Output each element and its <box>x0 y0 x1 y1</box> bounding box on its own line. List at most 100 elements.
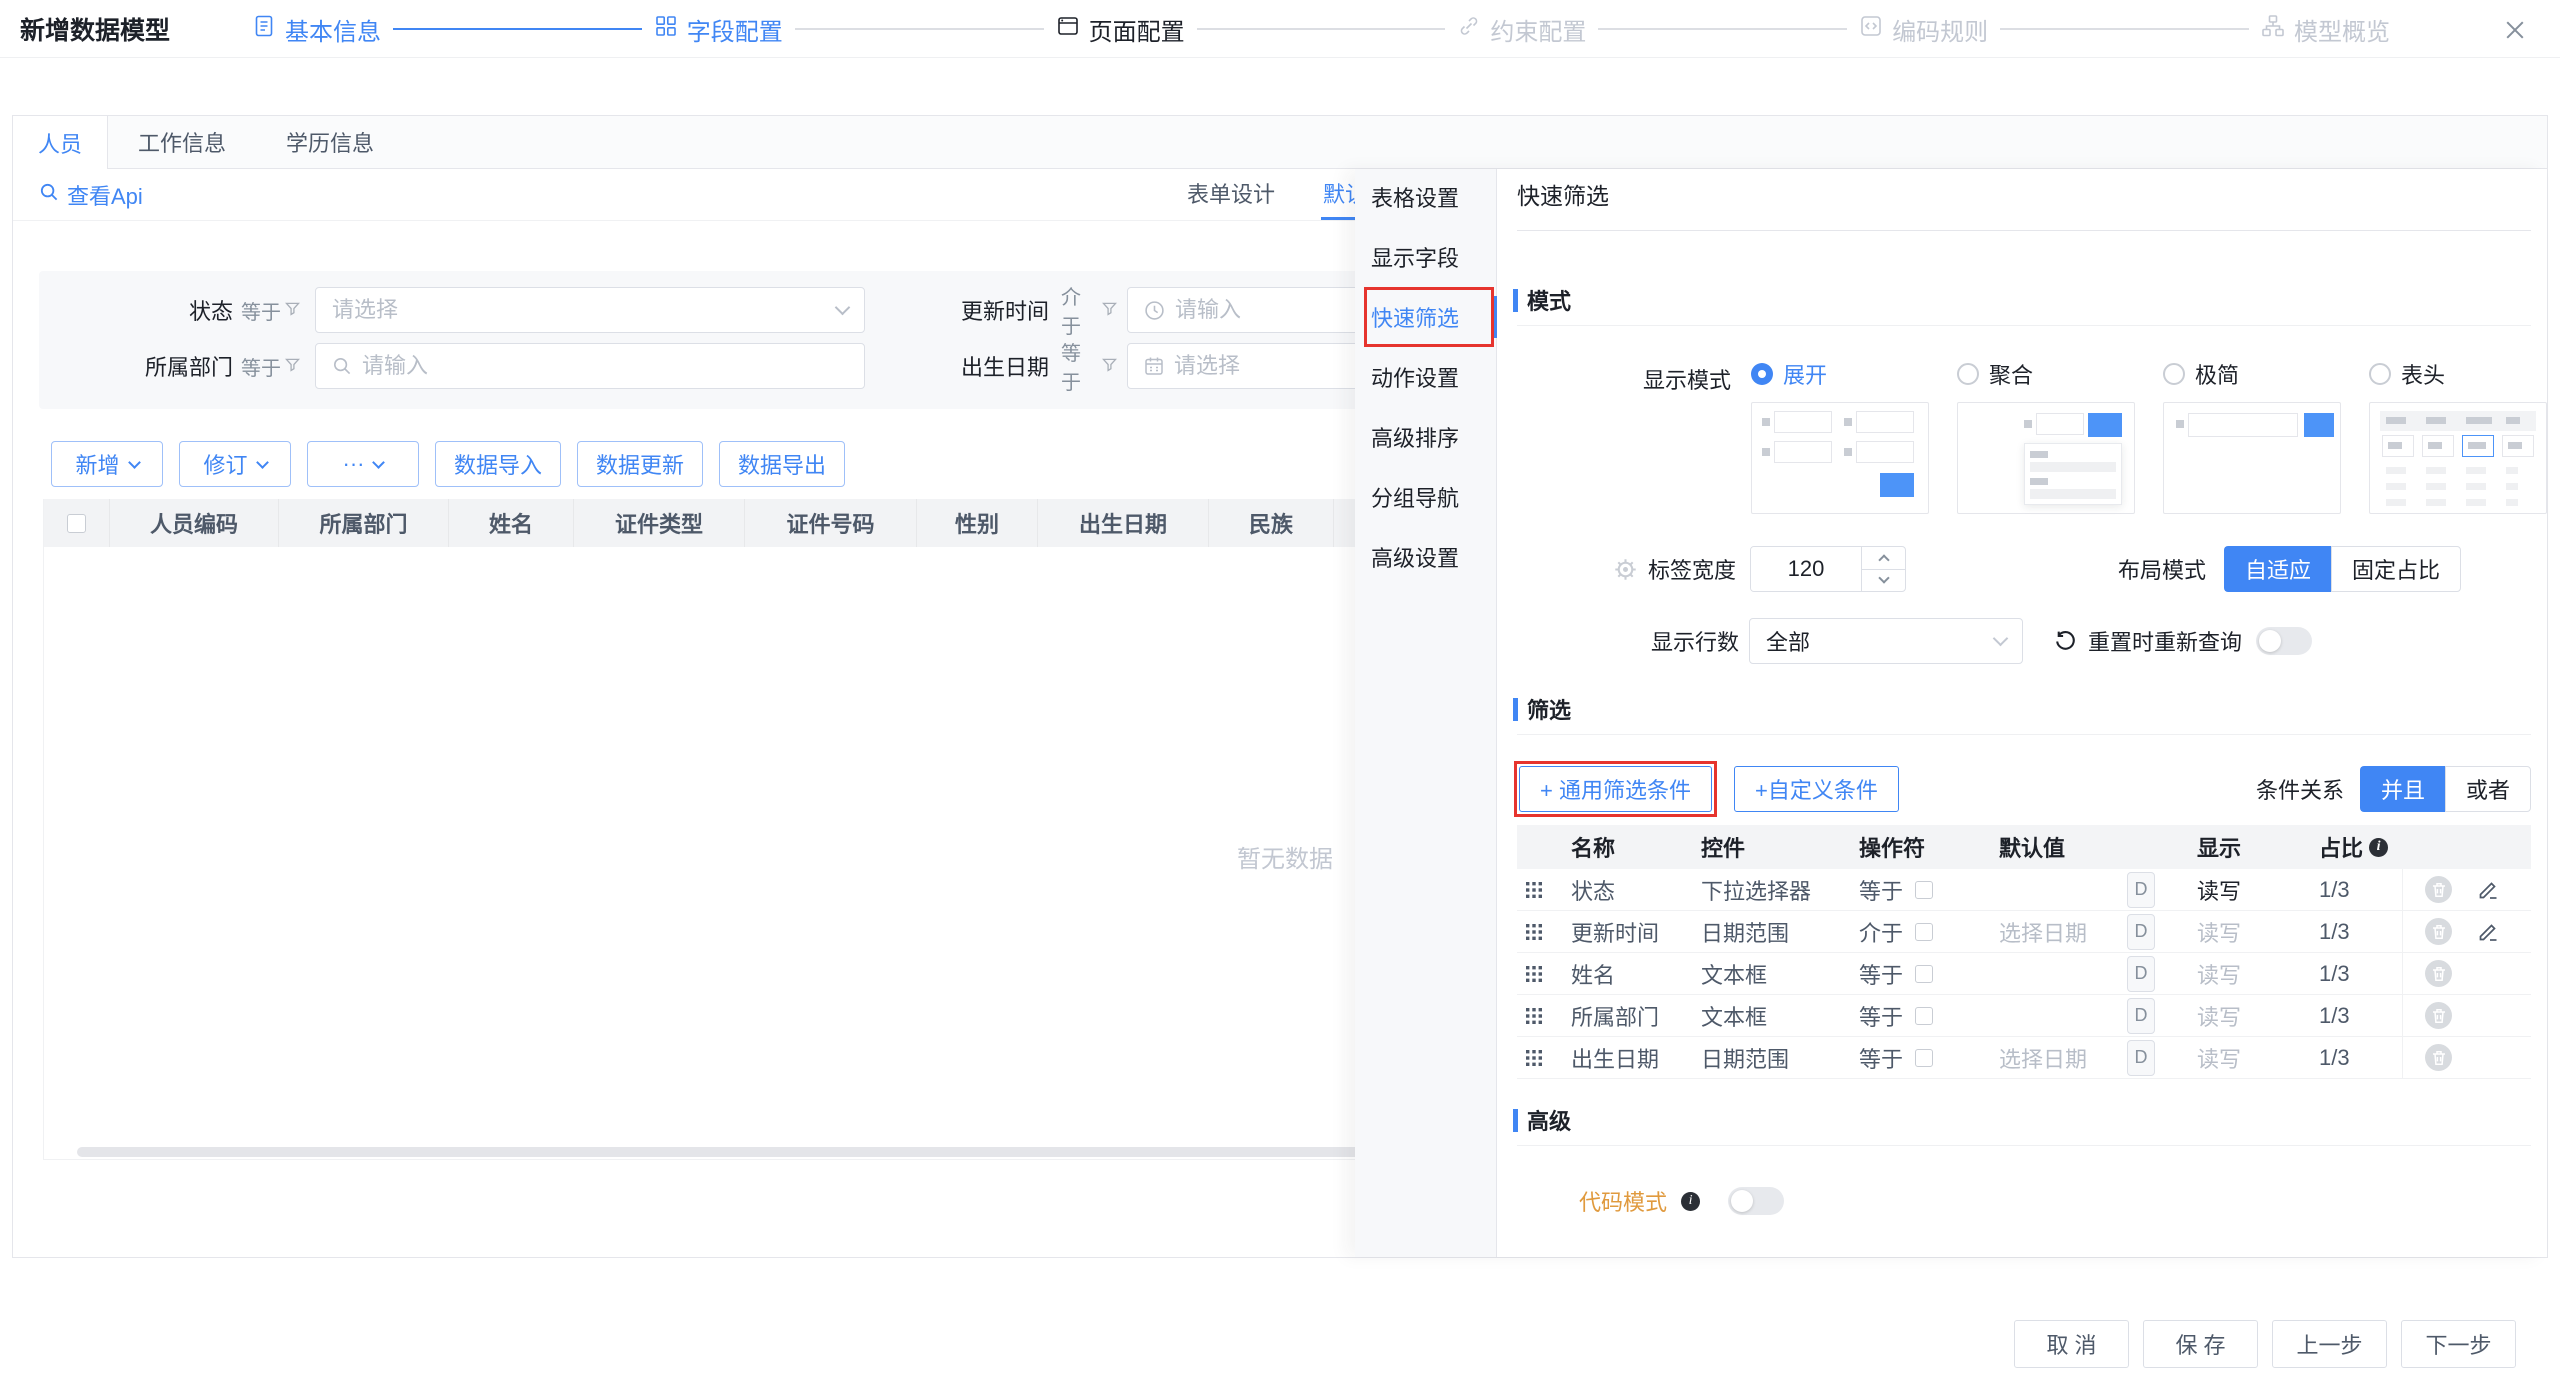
default-tag[interactable]: D <box>2127 998 2155 1034</box>
stepper-up-icon[interactable] <box>1862 547 1905 569</box>
search-icon <box>332 356 352 376</box>
filter-label-birth-date: 出生日期 <box>889 350 1049 382</box>
column-header[interactable]: 性别 <box>917 499 1038 547</box>
column-header[interactable]: 出生日期 <box>1038 499 1209 547</box>
mode-preview-aggregate[interactable] <box>1957 402 2135 514</box>
operator-checkbox[interactable] <box>1915 965 1933 983</box>
mode-option-minimal[interactable]: 极简 <box>2163 360 2369 514</box>
add-common-filter-button[interactable]: + 通用筛选条件 <box>1519 766 1712 812</box>
menu-item-advanced-settings[interactable]: 高级设置 <box>1355 531 1496 583</box>
tab-personnel[interactable]: 人员 <box>13 116 108 169</box>
drag-handle-icon[interactable] <box>1517 1007 1561 1025</box>
step-constraint-config[interactable]: 约束配置 <box>1457 12 1586 47</box>
mode-preview-expand[interactable] <box>1751 402 1929 514</box>
column-header[interactable]: 证件号码 <box>745 499 917 547</box>
column-header[interactable]: 人员编码 <box>110 499 279 547</box>
operator-checkbox[interactable] <box>1915 881 1933 899</box>
mode-option-expand[interactable]: 展开 <box>1751 360 1957 514</box>
step-field-config[interactable]: 字段配置 <box>654 12 783 47</box>
more-actions-button[interactable]: ··· <box>307 441 419 487</box>
tab-education-info[interactable]: 学历信息 <box>256 116 404 168</box>
layout-fixed-ratio-button[interactable]: 固定占比 <box>2331 546 2461 592</box>
menu-item-table-settings[interactable]: 表格设置 <box>1355 171 1496 223</box>
label-width-stepper <box>1750 546 1906 592</box>
column-header[interactable]: 所属部门 <box>279 499 449 547</box>
row-count-row: 显示行数 全部 重置时重新查询 <box>1517 618 2531 664</box>
filter-operator[interactable]: 介于 <box>1061 281 1117 339</box>
menu-item-action-settings[interactable]: 动作设置 <box>1355 351 1496 403</box>
operator-checkbox[interactable] <box>1915 1049 1933 1067</box>
status-select[interactable] <box>315 287 865 333</box>
step-encoding-rules[interactable]: 编码规则 <box>1859 12 1988 47</box>
data-import-button[interactable]: 数据导入 <box>435 441 561 487</box>
delete-icon[interactable] <box>2425 1044 2452 1071</box>
operator-checkbox[interactable] <box>1915 923 1933 941</box>
add-button[interactable]: 新增 <box>51 441 163 487</box>
tab-form-design[interactable]: 表单设计 <box>1185 169 1277 220</box>
mode-preview-table-header[interactable] <box>2369 402 2547 514</box>
requery-toggle[interactable] <box>2256 627 2312 655</box>
relation-and-button[interactable]: 并且 <box>2360 766 2445 812</box>
active-indicator-bar <box>1492 296 1497 338</box>
delete-icon[interactable] <box>2425 876 2452 903</box>
revise-button[interactable]: 修订 <box>179 441 291 487</box>
cancel-button[interactable]: 取 消 <box>2014 1320 2129 1368</box>
menu-item-advanced-sort[interactable]: 高级排序 <box>1355 411 1496 463</box>
edit-pencil-icon[interactable] <box>2476 878 2500 902</box>
radio-aggregate[interactable] <box>1957 363 1979 385</box>
filter-operator[interactable]: 等于 <box>241 296 305 325</box>
default-tag[interactable]: D <box>2127 914 2155 950</box>
default-tag[interactable]: D <box>2127 872 2155 908</box>
code-mode-label: 代码模式 <box>1579 1185 1667 1217</box>
drag-handle-icon[interactable] <box>1517 965 1561 983</box>
select-all-checkbox[interactable] <box>67 514 86 533</box>
mode-preview-minimal[interactable] <box>2163 402 2341 514</box>
menu-item-quick-filter[interactable]: 快速筛选 <box>1355 291 1496 343</box>
edit-pencil-icon[interactable] <box>2476 920 2500 944</box>
code-mode-toggle[interactable] <box>1728 1187 1784 1215</box>
delete-icon[interactable] <box>2425 918 2452 945</box>
view-api-link[interactable]: 查看Api <box>39 179 143 211</box>
data-export-button[interactable]: 数据导出 <box>719 441 845 487</box>
drag-handle-icon[interactable] <box>1517 923 1561 941</box>
stepper-down-icon[interactable] <box>1862 569 1905 592</box>
step-page-config[interactable]: 页面配置 <box>1056 12 1185 47</box>
info-icon[interactable] <box>1681 1192 1700 1211</box>
data-update-button[interactable]: 数据更新 <box>577 441 703 487</box>
step-model-overview[interactable]: 模型概览 <box>2261 12 2390 47</box>
menu-item-display-fields[interactable]: 显示字段 <box>1355 231 1496 283</box>
delete-icon[interactable] <box>2425 1002 2452 1029</box>
radio-table-header[interactable] <box>2369 363 2391 385</box>
row-count-select[interactable]: 全部 <box>1749 618 2023 664</box>
layout-adaptive-button[interactable]: 自适应 <box>2224 546 2331 592</box>
label-width-input[interactable] <box>1751 547 1861 591</box>
radio-expand[interactable] <box>1751 363 1773 385</box>
info-icon[interactable] <box>2369 838 2388 857</box>
step-basic-info[interactable]: 基本信息 <box>252 12 381 47</box>
filter-condition-row: 出生日期 日期范围 等于 选择日期 D 读写 1/3 <box>1517 1037 2531 1079</box>
department-search-input[interactable] <box>315 343 865 389</box>
operator-checkbox[interactable] <box>1915 1007 1933 1025</box>
delete-icon[interactable] <box>2425 960 2452 987</box>
default-tag[interactable]: D <box>2127 1040 2155 1076</box>
mode-option-table-header[interactable]: 表头 <box>2369 360 2547 514</box>
save-button[interactable]: 保 存 <box>2143 1320 2258 1368</box>
prev-step-button[interactable]: 上一步 <box>2272 1320 2387 1368</box>
column-header[interactable]: 证件类型 <box>574 499 745 547</box>
drag-handle-icon[interactable] <box>1517 1049 1561 1067</box>
add-custom-condition-button[interactable]: +自定义条件 <box>1734 766 1899 812</box>
tab-work-info[interactable]: 工作信息 <box>108 116 256 168</box>
filter-operator[interactable]: 等于 <box>1061 337 1117 395</box>
radio-minimal[interactable] <box>2163 363 2185 385</box>
mode-option-aggregate[interactable]: 聚合 <box>1957 360 2163 514</box>
next-step-button[interactable]: 下一步 <box>2401 1320 2516 1368</box>
drag-handle-icon[interactable] <box>1517 881 1561 899</box>
filter-operator[interactable]: 等于 <box>241 352 305 381</box>
row-count-label: 显示行数 <box>1651 625 1739 657</box>
column-header[interactable]: 姓名 <box>449 499 574 547</box>
default-tag[interactable]: D <box>2127 956 2155 992</box>
relation-or-button[interactable]: 或者 <box>2445 766 2531 812</box>
close-icon[interactable] <box>2502 17 2528 43</box>
menu-item-group-nav[interactable]: 分组导航 <box>1355 471 1496 523</box>
column-header[interactable]: 民族 <box>1209 499 1334 547</box>
